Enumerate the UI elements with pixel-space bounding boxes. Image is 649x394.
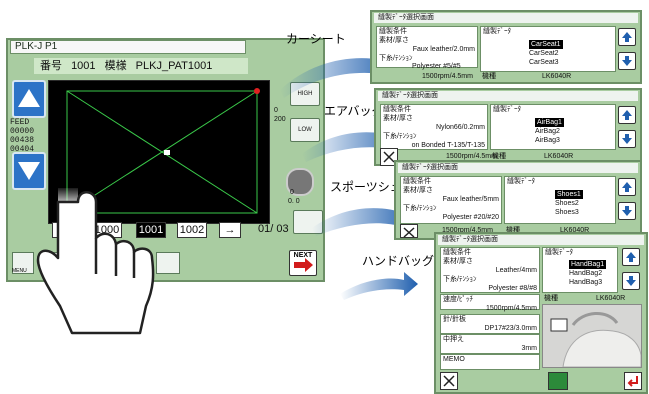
presser-value: 3mm <box>521 345 537 352</box>
list-down-button[interactable] <box>618 202 636 220</box>
speed-label: 速度/ﾋﾟｯﾁ <box>443 296 473 303</box>
data-item-selected[interactable]: Shoes1 <box>555 190 583 199</box>
feed-value: 00404 <box>10 145 35 154</box>
list-up-button[interactable] <box>622 248 640 266</box>
number-label: 番号 <box>40 60 62 72</box>
presser-label: 中押え <box>443 336 464 343</box>
feed-readout: FEED 00000 00438 00404 <box>10 118 46 154</box>
screen-header: 縫製ﾃﾞｰﾀ選択画面 <box>438 235 644 245</box>
data-item[interactable]: HandBag2 <box>569 269 602 278</box>
next-arrow-button[interactable]: → <box>219 222 241 238</box>
condition-panel: 縫製条件 素材/厚さ Leather/4mm 下糸/ﾃﾝｼｮﾝ Polyeste… <box>440 247 540 293</box>
scroll-down-button[interactable] <box>12 152 46 190</box>
window-title: PLK-J P1 <box>10 40 246 54</box>
needle-value: DP17#23/3.0mm <box>484 325 537 332</box>
selection-screen: 縫製ﾃﾞｰﾀ選択画面 縫製条件 素材/厚さ Faux leather/5mm 下… <box>394 160 642 240</box>
material-value: Leather/4mm <box>495 267 537 274</box>
selection-screen: 縫製ﾃﾞｰﾀ選択画面 縫製条件 素材/厚さ Faux leather/2.0mm… <box>370 10 642 84</box>
material-value: Nylon66/0.2mm <box>435 124 485 131</box>
thread-value: Polyester #5/#5 <box>412 63 461 70</box>
speed-value: 1500rpm/4.5mm <box>486 305 537 312</box>
feed-value: 00438 <box>10 136 35 145</box>
needle-panel: 針/針板 DP17#23/3.0mm <box>440 314 540 334</box>
list-down-button[interactable] <box>622 272 640 290</box>
material-label: 素材/厚さ <box>379 37 409 44</box>
arrow-down-icon <box>18 162 40 180</box>
material-label: 素材/厚さ <box>443 258 473 265</box>
data-item[interactable]: CarSeat3 <box>529 58 559 67</box>
model-value: LK6040R <box>596 295 626 302</box>
cond-label: 縫製条件 <box>383 106 411 113</box>
enter-icon <box>627 376 638 387</box>
save-data-button[interactable] <box>548 372 568 390</box>
data-item-selected[interactable]: AirBag1 <box>535 118 564 127</box>
data-label: 縫製ﾃﾞｰﾀ <box>493 106 521 113</box>
memo-panel: MEMO <box>440 354 540 370</box>
model-label: 機種 <box>482 73 496 80</box>
pattern-name: PLKJ_PAT1001 <box>135 60 213 72</box>
pattern-label: 模様 <box>104 60 127 72</box>
cond-label: 縫製条件 <box>403 178 431 185</box>
data-item[interactable]: AirBag3 <box>535 136 560 145</box>
arrow-up-icon <box>18 89 40 107</box>
hand-pointer-icon <box>36 188 155 335</box>
presser-panel: 中押え 3mm <box>440 334 540 354</box>
material-value: Faux leather/5mm <box>442 196 499 203</box>
arrow-icon <box>340 272 418 300</box>
data-list-panel: 縫製ﾃﾞｰﾀ AirBag1 AirBag2 AirBag3 <box>490 104 616 150</box>
screen-header: 縫製ﾃﾞｰﾀ選択画面 <box>398 163 638 173</box>
material-value: Faux leather/2.0mm <box>412 46 475 53</box>
data-item[interactable]: Shoes3 <box>555 208 579 217</box>
screen-header: 縫製ﾃﾞｰﾀ選択画面 <box>374 13 638 23</box>
cond-label: 縫製条件 <box>443 249 471 256</box>
list-up-button[interactable] <box>618 178 636 196</box>
number-value: 1001 <box>71 60 96 72</box>
scroll-up-button[interactable] <box>12 80 46 118</box>
thread-label: 下糸/ﾃﾝｼｮﾝ <box>403 205 437 212</box>
data-label: 縫製ﾃﾞｰﾀ <box>507 178 535 185</box>
close-button[interactable] <box>440 372 458 390</box>
thread-value: Polyester #20/#20 <box>442 214 499 221</box>
data-label: 縫製ﾃﾞｰﾀ <box>483 28 511 35</box>
speed-value: 1500rpm/4.5mm <box>422 73 473 80</box>
data-list-panel: 縫製ﾃﾞｰﾀ CarSeat1 CarSeat2 CarSeat3 <box>480 26 616 72</box>
material-label: 素材/厚さ <box>403 187 433 194</box>
model-value: LK6040R <box>542 73 572 80</box>
thread-label: 下糸/ﾃﾝｼｮﾝ <box>383 133 417 140</box>
handbag-image-icon <box>543 305 642 368</box>
data-item[interactable]: AirBag2 <box>535 127 560 136</box>
selection-screen: 縫製ﾃﾞｰﾀ選択画面 縫製条件 素材/厚さ Leather/4mm 下糸/ﾃﾝｼ… <box>434 232 648 394</box>
model-label: 機種 <box>544 295 558 302</box>
needle-label: 針/針板 <box>443 316 466 323</box>
list-up-button[interactable] <box>618 28 636 46</box>
data-list-panel: 縫製ﾃﾞｰﾀ Shoes1 Shoes2 Shoes3 <box>504 176 616 224</box>
list-up-button[interactable] <box>618 106 636 124</box>
list-down-button[interactable] <box>618 52 636 70</box>
condition-panel: 縫製条件 素材/厚さ Faux leather/5mm 下糸/ﾃﾝｼｮﾝ Pol… <box>400 176 502 224</box>
feed-value: 00000 <box>10 127 35 136</box>
data-item[interactable]: HandBag3 <box>569 278 602 287</box>
memo-label: MEMO <box>443 356 465 363</box>
data-item-selected[interactable]: HandBag1 <box>569 260 607 269</box>
data-list-panel: 縫製ﾃﾞｰﾀ HandBag1 HandBag2 HandBag3 <box>542 247 618 293</box>
menu-label: MENU <box>12 268 27 274</box>
data-item[interactable]: Shoes2 <box>555 199 579 208</box>
material-label: 素材/厚さ <box>383 115 413 122</box>
pattern-info-bar: 番号 1001 模様 PLKJ_PAT1001 <box>34 58 248 74</box>
screen-header: 縫製ﾃﾞｰﾀ選択画面 <box>378 91 638 101</box>
close-button[interactable] <box>400 224 418 238</box>
enter-button[interactable] <box>624 372 642 390</box>
feed-label: FEED <box>10 118 30 127</box>
data-item-selected[interactable]: CarSeat1 <box>529 40 563 49</box>
thread-label: 下糸/ﾃﾝｼｮﾝ <box>443 276 477 283</box>
pattern-number-button[interactable]: 1002 <box>177 222 207 238</box>
thread-value: Polyester #8/#8 <box>488 285 537 292</box>
selection-screen: 縫製ﾃﾞｰﾀ選択画面 縫製条件 素材/厚さ Nylon66/0.2mm 下糸/ﾃ… <box>374 88 642 166</box>
cond-label: 縫製条件 <box>379 28 407 35</box>
list-down-button[interactable] <box>618 130 636 148</box>
data-label: 縫製ﾃﾞｰﾀ <box>545 249 573 256</box>
handbag-photo <box>542 304 642 368</box>
condition-panel: 縫製条件 素材/厚さ Nylon66/0.2mm 下糸/ﾃﾝｼｮﾝ on Bon… <box>380 104 488 150</box>
data-item[interactable]: CarSeat2 <box>529 49 559 58</box>
